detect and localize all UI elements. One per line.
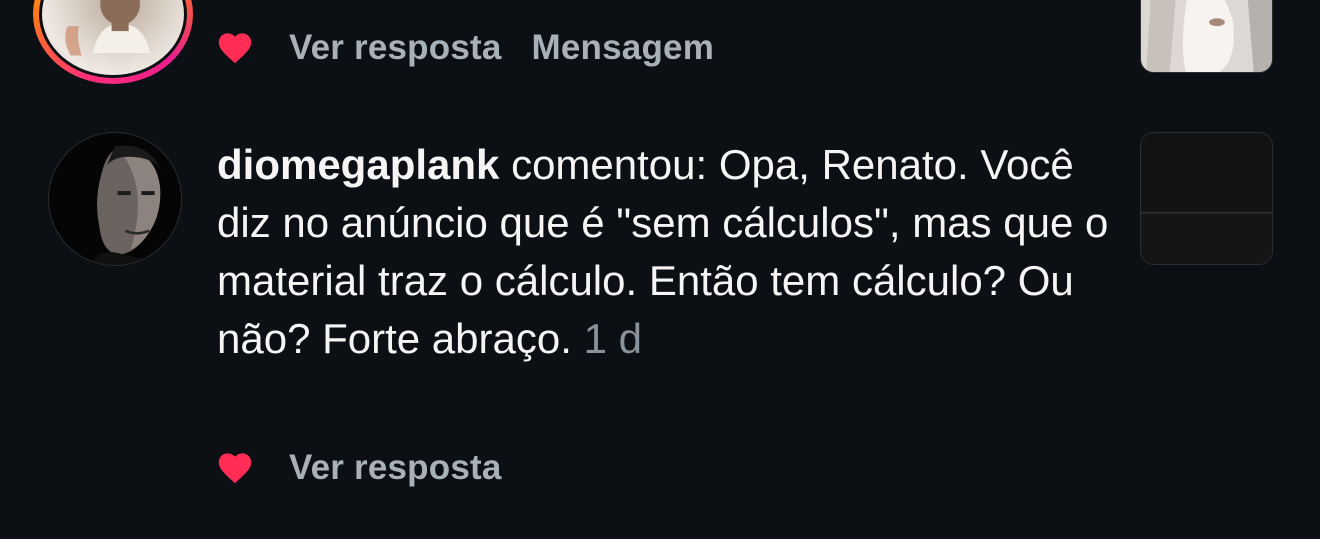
heart-icon[interactable] (217, 31, 253, 65)
view-reply-link[interactable]: Ver resposta (289, 28, 502, 68)
comment-actions: Ver resposta (217, 446, 532, 490)
avatar[interactable] (42, 0, 184, 75)
post-thumbnail[interactable] (1140, 132, 1273, 265)
comment-text: diomegaplank comentou: Opa, Renato. Você… (217, 136, 1117, 368)
notification-actions: Ver resposta Mensagem (217, 26, 744, 70)
post-image (1141, 133, 1272, 264)
heart-icon[interactable] (217, 451, 253, 485)
comment-timestamp: 1 d (583, 315, 642, 362)
post-thumbnail[interactable] (1140, 0, 1273, 73)
post-image (1141, 0, 1272, 72)
commenter-avatar[interactable] (48, 132, 182, 266)
message-link[interactable]: Mensagem (532, 28, 715, 68)
profile-photo (49, 133, 181, 265)
comment-username[interactable]: diomegaplank (217, 141, 499, 188)
profile-photo (65, 0, 150, 56)
story-ring[interactable] (33, 0, 193, 84)
view-reply-link[interactable]: Ver resposta (289, 448, 502, 488)
